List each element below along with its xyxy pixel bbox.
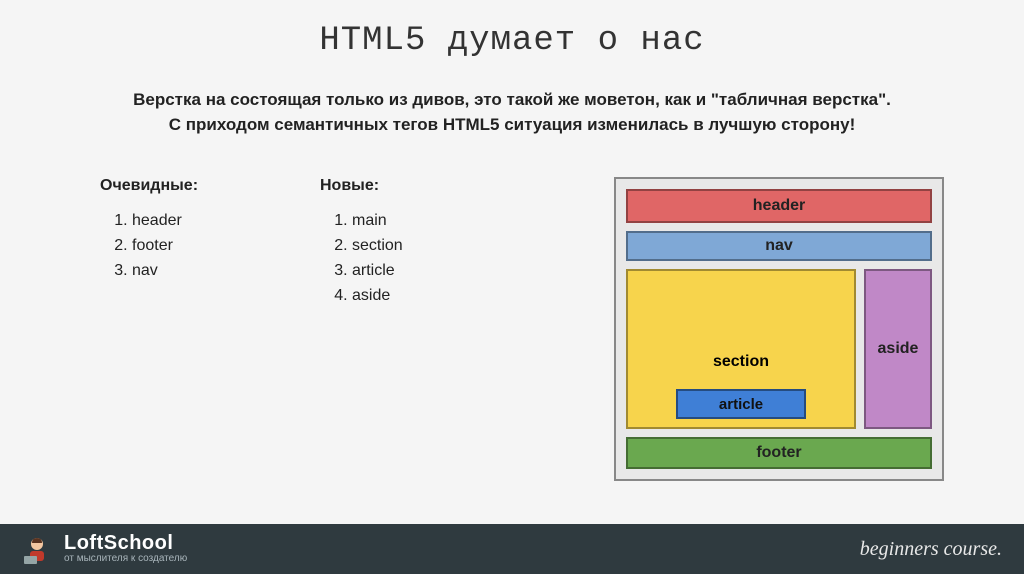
slide-subtitle: Верстка на состоящая только из дивов, эт…	[0, 88, 1024, 137]
list-item: header	[132, 209, 280, 234]
obvious-heading: Очевидные:	[100, 177, 280, 195]
list-item: main	[352, 209, 500, 234]
new-column: Новые: main section article aside	[320, 177, 500, 481]
slide: HTML5 думает о нас Верстка на состоящая …	[0, 0, 1024, 574]
new-list: main section article aside	[320, 209, 500, 308]
diagram-mid-row: section article aside	[626, 269, 932, 429]
brand-tagline: от мыслителя к создателю	[64, 554, 187, 565]
diagram-nav: nav	[626, 231, 932, 261]
new-heading: Новые:	[320, 177, 500, 195]
list-item: aside	[352, 284, 500, 309]
brand-text: LoftSchool от мыслителя к создателю	[64, 533, 187, 565]
list-item: footer	[132, 234, 280, 259]
bottom-bar: LoftSchool от мыслителя к создателю begi…	[0, 524, 1024, 574]
layout-diagram: header nav section article aside footer	[614, 177, 944, 481]
diagram-section: section article	[626, 269, 856, 429]
diagram-wrap: header nav section article aside footer	[540, 177, 944, 481]
brand-name: LoftSchool	[64, 533, 187, 554]
subtitle-line-1: Верстка на состоящая только из дивов, эт…	[133, 90, 891, 109]
course-label: beginners course.	[860, 538, 1002, 561]
content-row: Очевидные: header footer nav Новые: main…	[0, 177, 1024, 481]
list-item: article	[352, 259, 500, 284]
brand: LoftSchool от мыслителя к создателю	[22, 533, 187, 565]
diagram-footer: footer	[626, 437, 932, 469]
list-item: nav	[132, 259, 280, 284]
diagram-article: article	[676, 389, 806, 419]
slide-title: HTML5 думает о нас	[0, 0, 1024, 60]
list-item: section	[352, 234, 500, 259]
diagram-section-label: section	[713, 353, 769, 371]
diagram-aside: aside	[864, 269, 932, 429]
obvious-column: Очевидные: header footer nav	[100, 177, 280, 481]
avatar-icon	[22, 534, 52, 564]
obvious-list: header footer nav	[100, 209, 280, 283]
diagram-header: header	[626, 189, 932, 223]
subtitle-line-2: С приходом семантичных тегов HTML5 ситуа…	[169, 115, 856, 134]
